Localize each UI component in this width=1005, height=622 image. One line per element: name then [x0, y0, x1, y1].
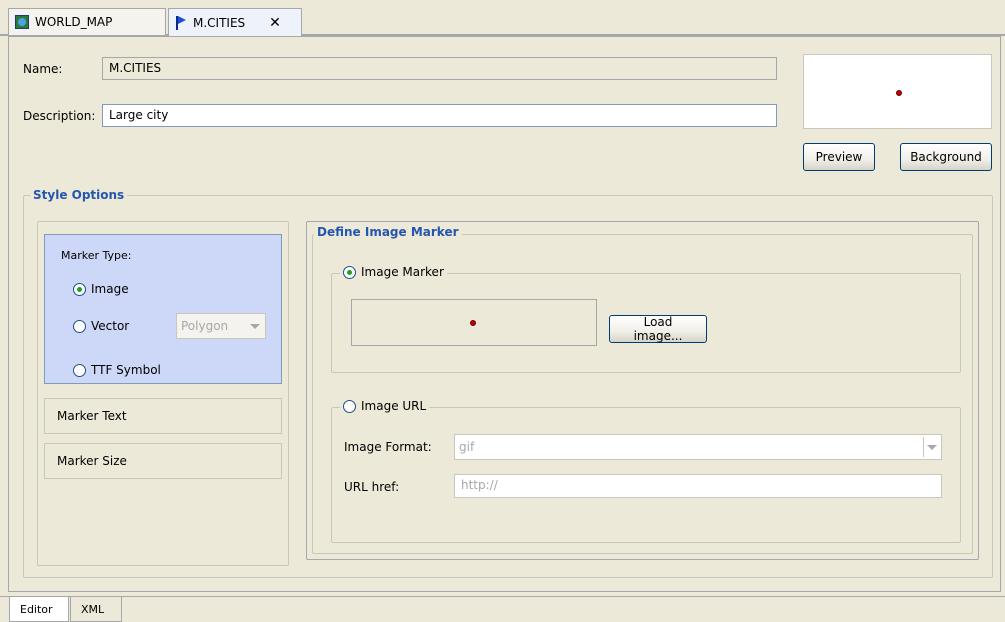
tab-editor[interactable]: Editor — [9, 597, 69, 622]
chevron-down-icon — [247, 316, 263, 336]
url-href-label: URL href: — [344, 480, 400, 494]
tab-editor-label: Editor — [20, 602, 53, 616]
close-icon[interactable]: ✕ — [269, 15, 281, 31]
tab-world-map[interactable]: WORLD_MAP — [8, 8, 166, 35]
tab-world-map-label: WORLD_MAP — [35, 15, 113, 29]
marker-type-image-option[interactable]: Image — [73, 282, 129, 296]
define-image-marker-title: Define Image Marker — [314, 225, 462, 239]
ttf-option-label: TTF Symbol — [91, 363, 161, 377]
sidebar-item-marker-text[interactable]: Marker Text — [44, 398, 282, 434]
tab-m-cities[interactable]: M.CITIES ✕ — [168, 8, 302, 36]
marker-text-label: Marker Text — [57, 409, 127, 423]
radio-ttf[interactable] — [73, 363, 86, 377]
description-label: Description: — [23, 109, 96, 123]
image-format-value: gif — [459, 440, 475, 454]
name-label: Name: — [23, 62, 63, 76]
globe-icon — [15, 15, 29, 29]
flag-icon — [175, 15, 187, 30]
vector-shape-value: Polygon — [181, 319, 229, 333]
tab-m-cities-label: M.CITIES — [193, 15, 246, 30]
marker-type-ttf-option[interactable]: TTF Symbol — [73, 363, 161, 377]
preview-button[interactable]: Preview — [803, 143, 875, 171]
marker-type-label: Marker Type: — [61, 249, 132, 262]
marker-type-vector-option[interactable]: Vector — [73, 319, 129, 333]
radio-image-marker-checked[interactable] — [343, 265, 356, 279]
image-format-label: Image Format: — [344, 440, 432, 454]
image-marker-option[interactable]: Image Marker — [340, 265, 447, 279]
image-marker-preview — [351, 299, 597, 346]
image-marker-dot — [470, 320, 476, 326]
marker-type-section: Marker Type: Image Vector Polygon TTF Sy… — [44, 234, 282, 384]
radio-image-url[interactable] — [343, 399, 356, 413]
radio-vector[interactable] — [73, 319, 86, 333]
image-url-label: Image URL — [361, 399, 427, 413]
marker-size-label: Marker Size — [57, 454, 127, 468]
style-preview — [803, 54, 992, 129]
background-button[interactable]: Background — [900, 143, 992, 171]
description-field[interactable]: Large city — [102, 104, 777, 127]
image-url-option[interactable]: Image URL — [340, 399, 430, 413]
tab-xml-label: XML — [81, 602, 105, 616]
tab-xml[interactable]: XML — [70, 597, 122, 622]
vector-option-label: Vector — [91, 319, 130, 333]
bottom-tab-divider — [0, 596, 1005, 597]
image-option-label: Image — [91, 282, 129, 296]
name-field[interactable]: M.CITIES — [102, 57, 777, 80]
url-href-field[interactable]: http:// — [454, 474, 942, 498]
preview-marker-dot — [896, 90, 902, 96]
image-format-select[interactable]: gif — [454, 434, 942, 460]
style-options-title: Style Options — [30, 188, 128, 202]
image-marker-label: Image Marker — [361, 265, 444, 279]
load-image-button[interactable]: Load image... — [609, 315, 707, 343]
sidebar-item-marker-size[interactable]: Marker Size — [44, 443, 282, 479]
vector-shape-select[interactable]: Polygon — [176, 313, 266, 339]
radio-image-checked[interactable] — [73, 282, 86, 296]
chevron-down-icon — [923, 437, 939, 457]
